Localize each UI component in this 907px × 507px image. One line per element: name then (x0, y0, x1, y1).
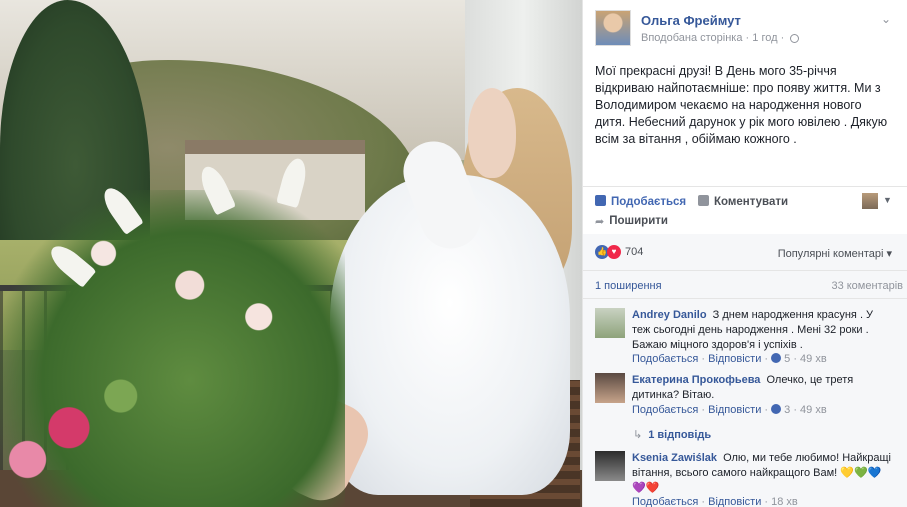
comment-footer: Подобається · Відповісти · 3 · 49 хв (632, 404, 827, 416)
comment-reply-link[interactable]: Відповісти (708, 353, 761, 365)
photo-face (468, 88, 516, 178)
like-label: Подобається (611, 196, 687, 208)
post-photo[interactable] (0, 0, 582, 507)
like-button[interactable]: Подобається (595, 195, 686, 208)
post-side-panel: Ольга Фреймут Вподобана сторінка · 1 год… (582, 0, 907, 507)
view-replies-link[interactable]: ↳ 1 відповідь (633, 428, 711, 441)
commenter-avatar[interactable] (595, 373, 625, 403)
comment-reply-link[interactable]: Відповісти (708, 496, 761, 507)
chevron-down-icon[interactable]: ⌄ (879, 12, 893, 26)
comment-like-count[interactable]: 3 (784, 404, 790, 416)
comment-like-count[interactable]: 5 (784, 353, 790, 365)
post-actions: Подобається Коментувати ➦ Поширити ▼ (595, 193, 895, 233)
post-meta: Вподобана сторінка · 1 год · (641, 32, 800, 44)
reactions-summary[interactable]: 👍 ♥ 704 (595, 244, 643, 262)
comments-count[interactable]: 33 коментарів (831, 280, 903, 292)
comment-like-link[interactable]: Подобається (632, 353, 698, 365)
commenter-name[interactable]: Ksenia Zawiślak (632, 452, 717, 464)
comment-body: Екатерина Прокофьева Олечко, це третя ди… (632, 373, 894, 403)
replies-count: 1 відповідь (648, 429, 712, 441)
post-time[interactable]: 1 год (752, 32, 777, 44)
share-icon: ➦ (595, 216, 605, 228)
comment-body: Ksenia Zawiślak Олю, ми тебе любимо! Най… (632, 451, 894, 496)
comment-time[interactable]: 18 хв (771, 496, 798, 507)
share-label: Поширити (609, 215, 668, 227)
comment-icon (698, 195, 709, 206)
liked-page-label: Вподобана сторінка (641, 32, 743, 44)
globe-icon[interactable] (790, 33, 800, 43)
caret-down-icon[interactable]: ▼ (883, 195, 892, 205)
comment-label: Коментувати (714, 196, 789, 208)
comment-time[interactable]: 49 хв (800, 404, 827, 416)
comment-like-link[interactable]: Подобається (632, 496, 698, 507)
commenter-name[interactable]: Екатерина Прокофьева (632, 374, 760, 386)
comment-reply-link[interactable]: Відповісти (708, 404, 761, 416)
comment-footer: Подобається · Відповісти · 5 · 49 хв (632, 353, 827, 365)
thumbs-up-icon (595, 195, 606, 206)
share-button[interactable]: ➦ Поширити (595, 215, 668, 228)
viewer-avatar[interactable] (862, 193, 878, 209)
post-header: Ольга Фреймут Вподобана сторінка · 1 год… (595, 10, 895, 50)
commenter-name[interactable]: Andrey Danilo (632, 309, 707, 321)
like-count-icon (771, 404, 782, 414)
reactions-count: 704 (625, 245, 644, 258)
divider (583, 186, 907, 187)
shares-count[interactable]: 1 поширення (595, 280, 662, 292)
comment-footer: Подобається · Відповісти · 18 хв (632, 496, 798, 507)
comment-like-link[interactable]: Подобається (632, 404, 698, 416)
divider (583, 298, 907, 299)
author-name[interactable]: Ольга Фреймут (641, 13, 741, 28)
author-avatar[interactable] (595, 10, 631, 46)
reply-arrow-icon: ↳ (633, 429, 643, 441)
comment-button[interactable]: Коментувати (698, 195, 788, 208)
photo-flowers (0, 190, 345, 507)
comment-body: Andrey Danilo З днем народження красуня … (632, 308, 894, 353)
post-text: Мої прекрасні друзі! В День мого 35-річч… (595, 64, 888, 146)
comment-sort-dropdown[interactable]: Популярні коментарі ▾ (778, 247, 892, 260)
meta-separator: · (780, 32, 785, 44)
commenter-avatar[interactable] (595, 308, 625, 338)
comment-time[interactable]: 49 хв (800, 353, 827, 365)
like-count-icon (771, 353, 782, 363)
love-reaction-icon: ♥ (607, 244, 621, 259)
divider (583, 270, 907, 271)
commenter-avatar[interactable] (595, 451, 625, 481)
meta-separator: · (745, 32, 750, 44)
